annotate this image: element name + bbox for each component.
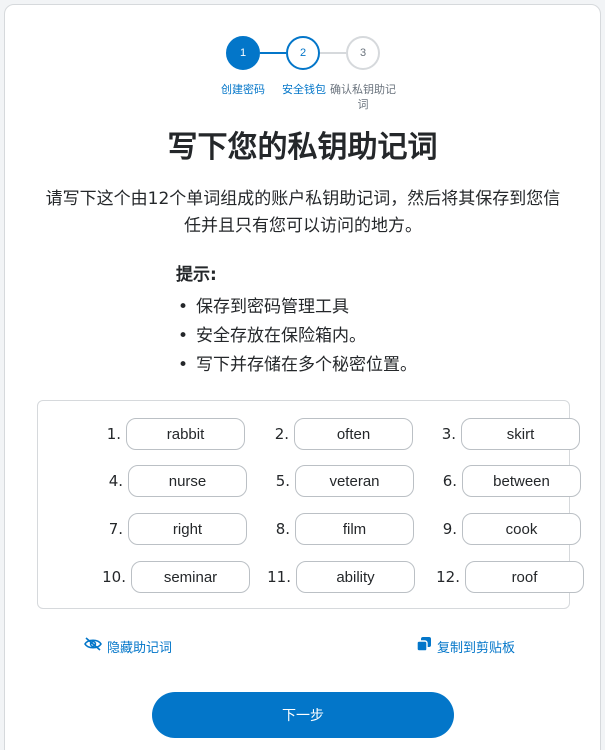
hide-phrase-button[interactable]: 隐藏助记词 <box>84 636 172 656</box>
hide-phrase-label: 隐藏助记词 <box>107 640 173 656</box>
word-pill: veteran <box>295 465 414 497</box>
word-pill: ability <box>296 561 415 593</box>
phrase-word-cell: 12. roof <box>421 561 584 593</box>
word-index: 2. <box>274 425 289 443</box>
step-1-circle: 1 <box>226 36 260 70</box>
word-pill: between <box>462 465 581 497</box>
word-index: 8. <box>275 520 290 538</box>
step-2-circle: 2 <box>286 36 320 70</box>
next-button[interactable]: 下一步 <box>152 692 454 738</box>
copy-icon <box>416 636 437 656</box>
tips-list: • 保存到密码管理工具 • 安全存放在保险箱内。 • 写下并存储在多个秘密位置。 <box>176 293 476 380</box>
word-index: 9. <box>442 520 457 538</box>
page-title: 写下您的私钥助记词 <box>167 130 438 165</box>
phrase-word-cell: 6. between <box>418 465 581 497</box>
eye-slash-icon <box>84 637 107 655</box>
step-3-label: 确认私钥助记词 <box>330 83 396 111</box>
description-text: 请写下这个由12个单词组成的账户私钥助记词，然后将其保存到您信任并且只有您可以访… <box>45 189 561 236</box>
step-2-label: 安全钱包 <box>282 83 326 96</box>
tip-item: • 保存到密码管理工具 <box>176 293 476 322</box>
word-pill: right <box>128 513 247 545</box>
secret-phrase-grid: 1. rabbit 2. often 3. skirt 4. nurse 5. … <box>37 400 584 609</box>
word-index: 10. <box>102 568 126 586</box>
phrase-word-cell: 2. often <box>250 418 413 450</box>
word-index: 1. <box>106 425 121 443</box>
step-3-circle: 3 <box>346 36 380 70</box>
word-pill: roof <box>465 561 584 593</box>
bullet-icon: • <box>178 326 189 346</box>
phrase-word-cell: 11. ability <box>252 561 415 593</box>
word-pill: often <box>294 418 413 450</box>
word-index: 6. <box>442 472 457 490</box>
tip-text: 写下并存储在多个秘密位置。 <box>196 355 417 375</box>
phrase-word-cell: 1. rabbit <box>82 418 245 450</box>
tips-title: 提示: <box>176 265 217 285</box>
word-pill: nurse <box>128 465 247 497</box>
phrase-word-cell: 4. nurse <box>84 465 247 497</box>
bullet-icon: • <box>178 297 189 317</box>
phrase-word-cell: 10. seminar <box>87 561 250 593</box>
word-index: 11. <box>267 568 291 586</box>
tips-section: 提示: • 保存到密码管理工具 • 安全存放在保险箱内。 • 写下并存储在多个秘密位置… <box>176 264 476 380</box>
progress-stepper: 1 2 3 创建密码 安全钱包 确认私钥助记词 <box>0 0 605 120</box>
word-index: 12. <box>436 568 460 586</box>
stepper-line-1 <box>260 52 286 54</box>
word-index: 4. <box>108 472 123 490</box>
bullet-icon: • <box>178 355 189 375</box>
phrase-word-cell: 8. film <box>251 513 414 545</box>
word-pill: film <box>295 513 414 545</box>
tip-text: 保存到密码管理工具 <box>196 297 349 317</box>
phrase-word-cell: 7. right <box>84 513 247 545</box>
tip-item: • 写下并存储在多个秘密位置。 <box>176 351 476 380</box>
copy-to-clipboard-label: 复制到剪贴板 <box>437 640 516 656</box>
step-1-label: 创建密码 <box>221 83 265 96</box>
phrase-word-cell: 9. cook <box>418 513 581 545</box>
tip-item: • 安全存放在保险箱内。 <box>176 322 476 351</box>
stepper-line-2 <box>320 52 346 54</box>
word-index: 7. <box>108 520 123 538</box>
word-pill: cook <box>462 513 581 545</box>
word-index: 3. <box>441 425 456 443</box>
word-index: 5. <box>275 472 290 490</box>
phrase-word-cell: 3. skirt <box>417 418 580 450</box>
word-pill: skirt <box>461 418 580 450</box>
tip-text: 安全存放在保险箱内。 <box>196 326 366 346</box>
word-pill: rabbit <box>126 418 245 450</box>
phrase-word-cell: 5. veteran <box>251 465 414 497</box>
word-pill: seminar <box>131 561 250 593</box>
copy-to-clipboard-button[interactable]: 复制到剪贴板 <box>416 636 515 656</box>
